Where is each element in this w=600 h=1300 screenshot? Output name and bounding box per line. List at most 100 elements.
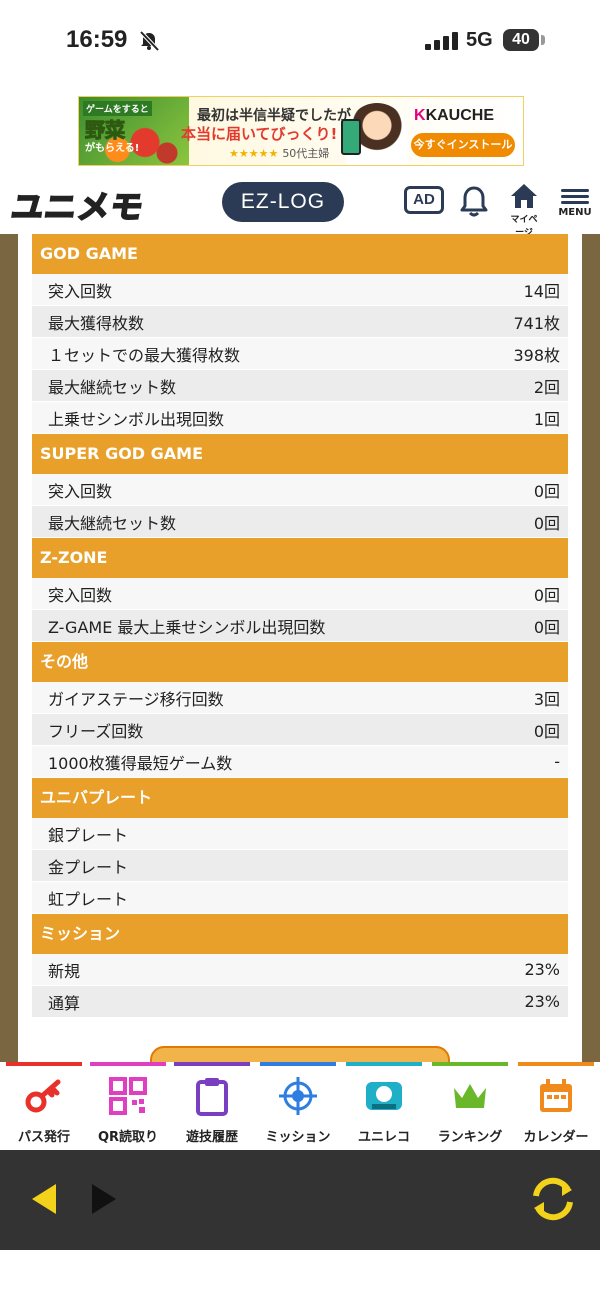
- signal-icon: [425, 32, 458, 50]
- table-row: １セットでの最大獲得枚数 398枚: [32, 338, 568, 370]
- ad-rating: ★★★★★ 50代主婦: [229, 145, 329, 161]
- section-header: その他: [32, 642, 568, 682]
- row-label: 虹プレート: [48, 889, 129, 909]
- tab-strip: [518, 1062, 594, 1066]
- tab-play-history[interactable]: 遊技履歴: [170, 1062, 254, 1150]
- table-row: 突入回数 0回: [32, 474, 568, 506]
- crown-icon: [454, 1084, 486, 1108]
- table-row: 新規 23%: [32, 954, 568, 986]
- row-label: 新規: [48, 961, 81, 981]
- row-value: 0回: [533, 513, 560, 533]
- row-label: 突入回数: [48, 281, 113, 301]
- tab-label: 遊技履歴: [185, 1130, 238, 1145]
- row-value: 0回: [533, 617, 560, 637]
- row-value: 23%: [524, 992, 560, 1011]
- row-label: 最大継続セット数: [48, 377, 177, 397]
- row-label: 上乗せシンボル出現回数: [48, 409, 225, 429]
- row-label: 突入回数: [48, 585, 113, 605]
- hamburger-icon: [561, 189, 589, 192]
- row-value: 398枚: [513, 345, 560, 365]
- table-row: 最大継続セット数 2回: [32, 370, 568, 402]
- row-label: フリーズ回数: [48, 721, 144, 741]
- ad-install-button[interactable]: 今すぐインストール: [411, 133, 515, 157]
- tab-label: ランキング: [437, 1130, 503, 1145]
- ad-subheadline: 本当に届いてびっくり!: [181, 125, 338, 143]
- ezlog-button[interactable]: EZ-LOG: [222, 182, 344, 222]
- back-arrow-icon[interactable]: [28, 1180, 60, 1218]
- hamburger-icon-mid: [561, 195, 589, 198]
- section-z-zone: Z-ZONE 突入回数 0回 Z-GAME 最大上乗せシンボル出現回数 0回: [32, 538, 568, 642]
- ad-reviewer: 50代主婦: [282, 147, 330, 160]
- qr-code-icon: [109, 1077, 147, 1115]
- row-label: 最大獲得枚数: [48, 313, 145, 333]
- tab-pass-issue[interactable]: パス発行: [2, 1062, 86, 1150]
- table-row: フリーズ回数 0回: [32, 714, 568, 746]
- section-header: Z-ZONE: [32, 538, 568, 578]
- calendar-icon: [540, 1079, 572, 1112]
- bottom-tab-bar: パス発行 QR読取り 遊技履歴 ミッション ユニレコ ランキング カレンダー: [0, 1062, 600, 1150]
- ad-banner[interactable]: ゲームをすると 野菜 がもらえる! 最初は半信半疑でしたが 本当に届いてびっくり…: [78, 96, 524, 166]
- stats-panel: GOD GAME 突入回数 14回 最大獲得枚数 741枚 １セットでの最大獲得枚数…: [18, 234, 582, 1062]
- network-label: 5G: [466, 29, 493, 51]
- row-label: 突入回数: [48, 481, 113, 501]
- browser-toolbar: [0, 1150, 600, 1250]
- ad-phone-image: [341, 119, 361, 155]
- row-label: １セットでの最大獲得枚数: [48, 345, 241, 365]
- section-header: GOD GAME: [32, 234, 568, 274]
- key-icon: [25, 1079, 61, 1113]
- table-row: 金プレート: [32, 850, 568, 882]
- tab-label: パス発行: [17, 1130, 70, 1145]
- unireco-badge-icon: [366, 1082, 402, 1110]
- ad-toggle-icon[interactable]: AD: [404, 186, 444, 214]
- tab-label: カレンダー: [523, 1130, 589, 1145]
- content-area[interactable]: GOD GAME 突入回数 14回 最大獲得枚数 741枚 １セットでの最大獲得枚数…: [0, 234, 600, 1062]
- site-logo[interactable]: ユニメモ: [8, 182, 147, 228]
- row-label: ガイアステージ移行回数: [48, 689, 224, 709]
- tab-strip: [346, 1062, 422, 1066]
- section-header: SUPER GOD GAME: [32, 434, 568, 474]
- tab-label: ミッション: [265, 1130, 331, 1145]
- crosshair-icon: [279, 1077, 317, 1115]
- row-label: 通算: [48, 993, 81, 1013]
- tab-strip: [90, 1062, 166, 1066]
- tab-qr-scan[interactable]: QR読取り: [86, 1062, 170, 1150]
- table-row: 1000枚獲得最短ゲーム数 -: [32, 746, 568, 778]
- tab-calendar[interactable]: カレンダー: [514, 1062, 598, 1150]
- menu-label: MENU: [558, 207, 592, 218]
- row-value: 0回: [533, 481, 560, 501]
- row-value: 3回: [533, 689, 560, 709]
- star-icons: ★★★★★: [229, 147, 279, 160]
- tab-strip: [260, 1062, 336, 1066]
- forward-arrow-icon[interactable]: [88, 1180, 120, 1218]
- reload-icon[interactable]: [526, 1172, 580, 1226]
- battery-icon: 40: [503, 29, 539, 51]
- table-row: 最大獲得枚数 741枚: [32, 306, 568, 338]
- status-bar: 16:59 5G 40: [0, 0, 600, 90]
- battery-tip: [541, 35, 545, 45]
- table-row: 銀プレート: [32, 818, 568, 850]
- table-row: ガイアステージ移行回数 3回: [32, 682, 568, 714]
- table-row: 突入回数 14回: [32, 274, 568, 306]
- tab-unireco[interactable]: ユニレコ: [342, 1062, 426, 1150]
- menu-button[interactable]: MENU: [558, 186, 592, 230]
- ad-headline: 最初は半信半疑でしたが: [197, 108, 351, 124]
- row-value: 14回: [523, 281, 560, 301]
- hamburger-icon-bottom: [561, 201, 589, 204]
- section-super-god-game: SUPER GOD GAME 突入回数 0回 最大継続セット数 0回: [32, 434, 568, 538]
- ad-veg-sub: がもらえる!: [85, 143, 140, 154]
- ad-brand: KKAUCHE: [414, 107, 495, 124]
- row-value: 1回: [533, 409, 560, 429]
- table-row: 通算 23%: [32, 986, 568, 1018]
- section-header: ミッション: [32, 914, 568, 954]
- row-label: 銀プレート: [48, 825, 129, 845]
- mypage-button[interactable]: マイページ: [506, 182, 542, 238]
- row-value: 741枚: [513, 313, 560, 333]
- notification-bell-icon[interactable]: [458, 184, 490, 218]
- tab-mission[interactable]: ミッション: [256, 1062, 340, 1150]
- table-row: 突入回数 0回: [32, 578, 568, 610]
- row-value: 23%: [524, 960, 560, 979]
- row-label: 金プレート: [48, 857, 129, 877]
- tab-strip: [6, 1062, 82, 1066]
- tab-ranking[interactable]: ランキング: [428, 1062, 512, 1150]
- silent-bell-icon: [139, 30, 160, 52]
